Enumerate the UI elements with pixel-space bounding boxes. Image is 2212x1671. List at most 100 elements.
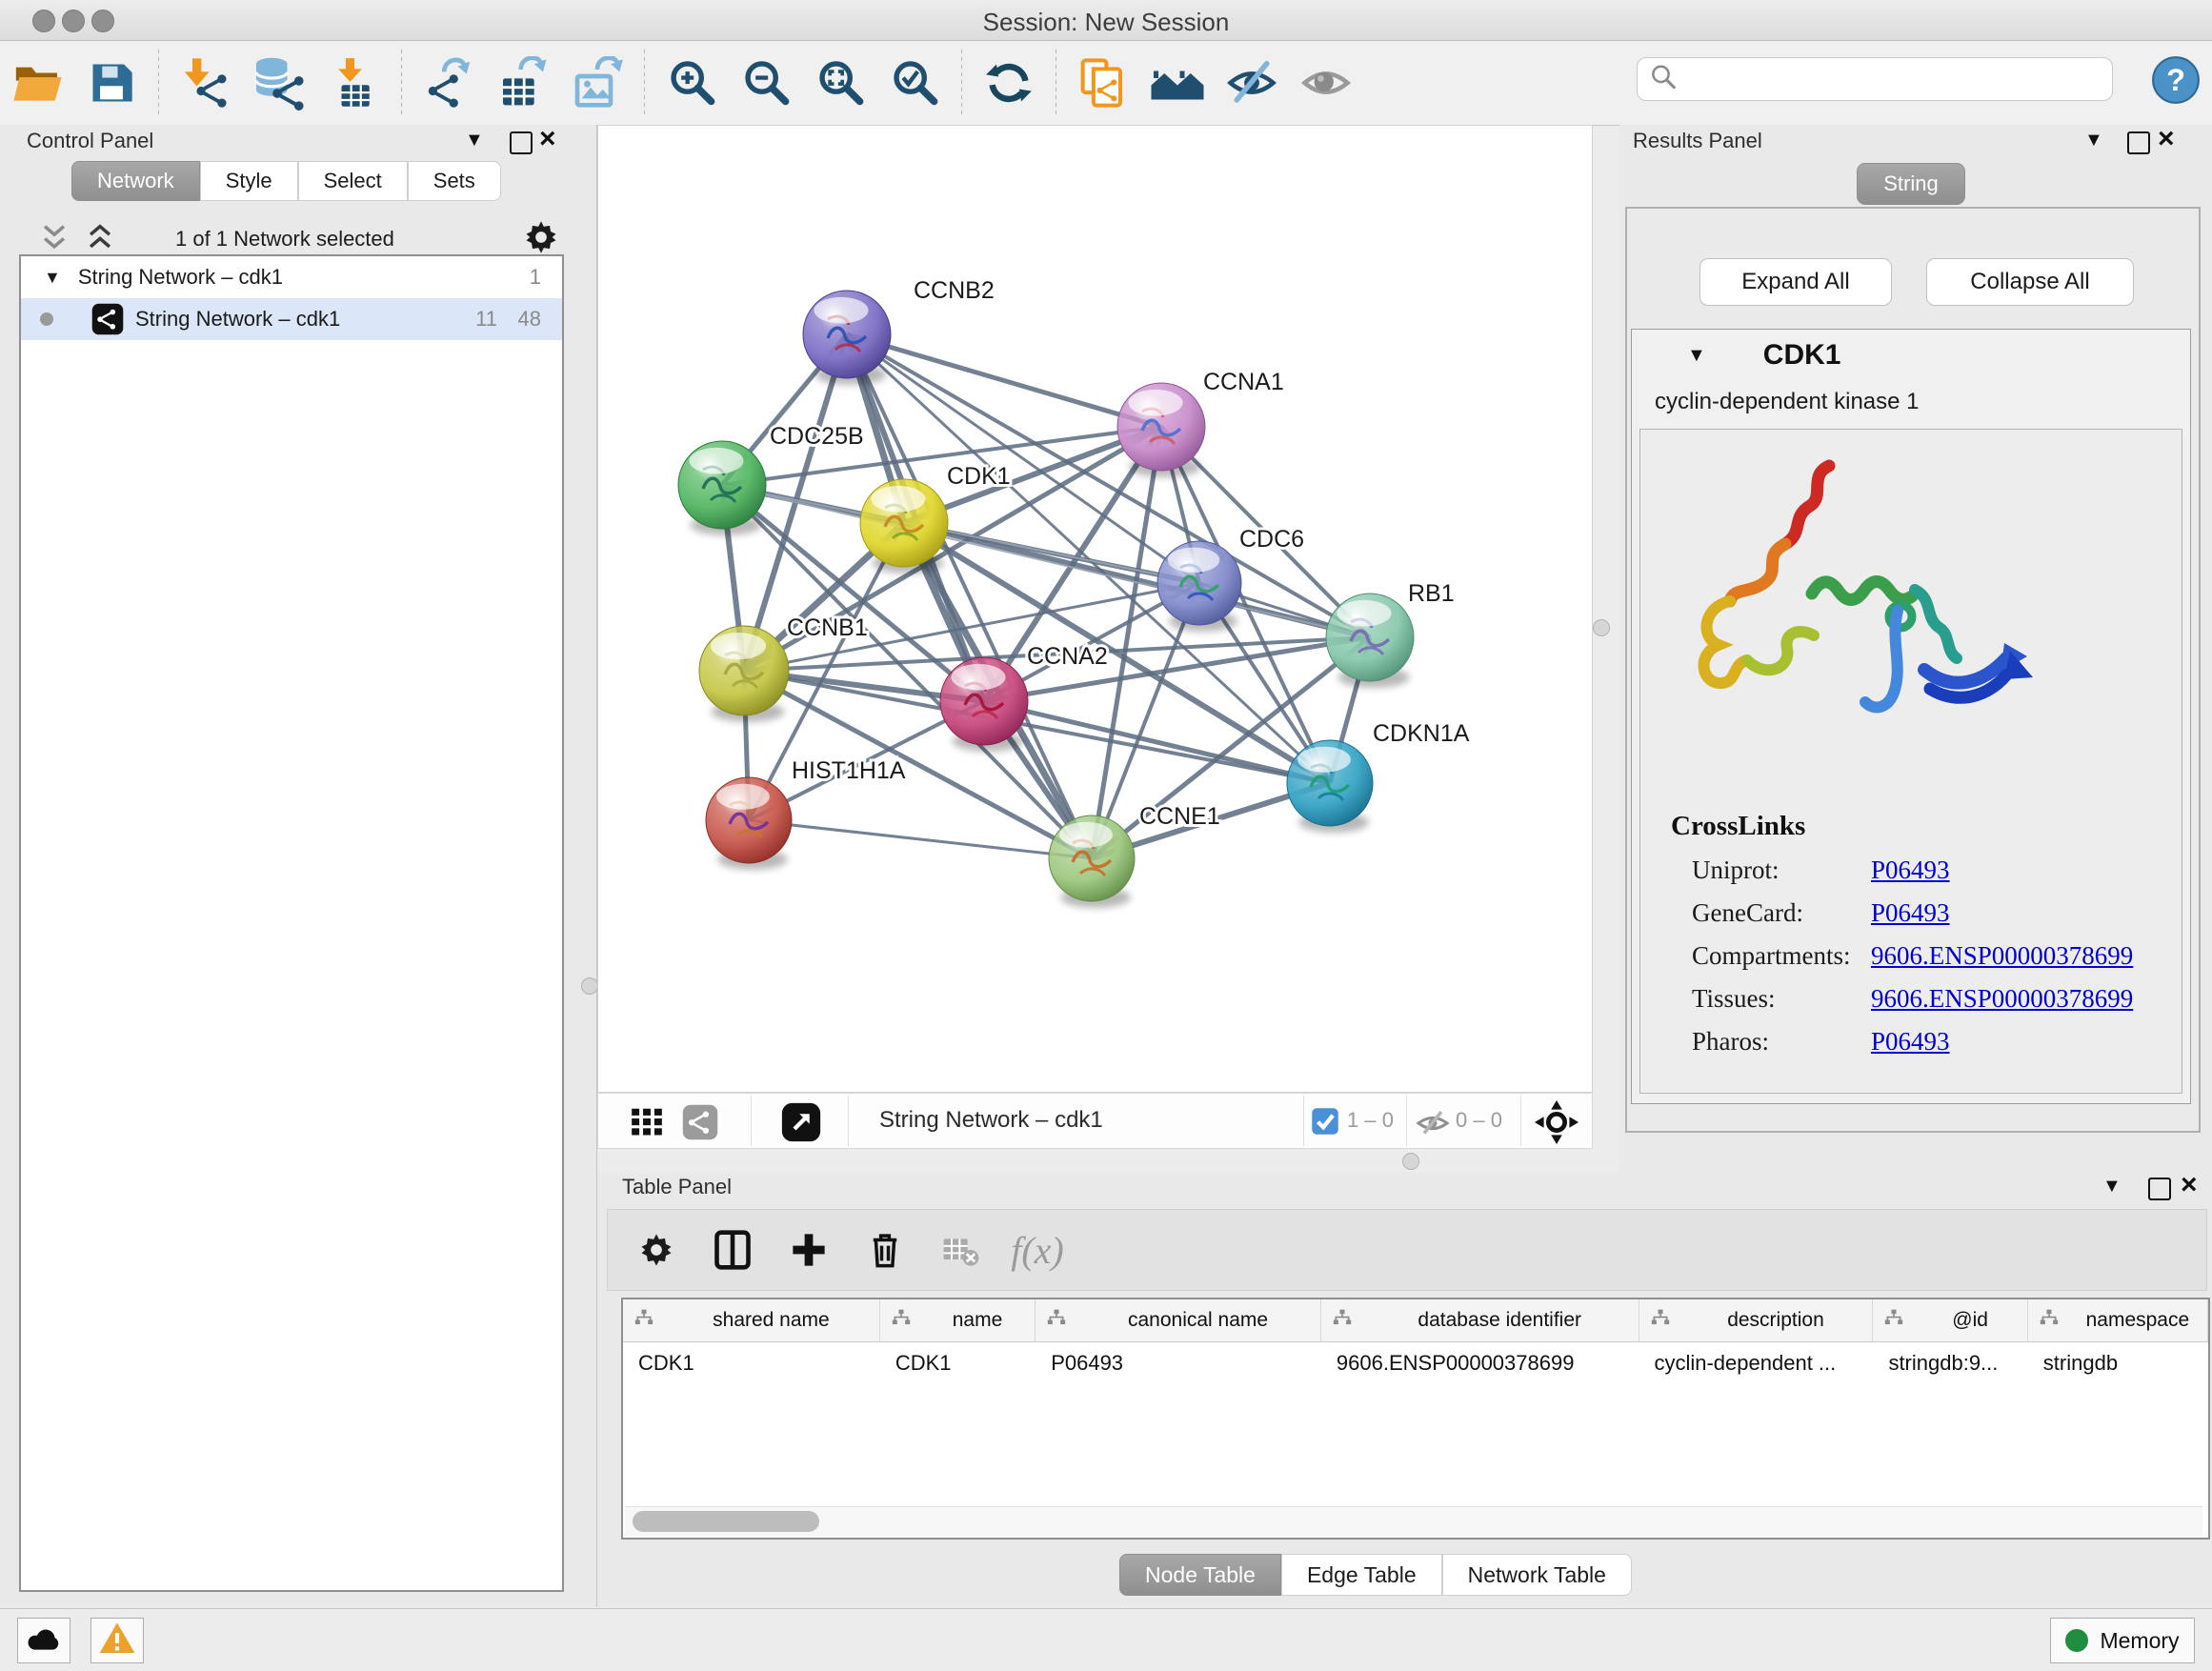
import-network-database-icon[interactable] bbox=[249, 51, 312, 114]
column-header-database-identifier[interactable]: database identifier bbox=[1321, 1299, 1639, 1341]
status-bar: Memory bbox=[0, 1608, 2212, 1671]
crosslink-link[interactable]: P06493 bbox=[1871, 856, 1950, 885]
import-table-icon[interactable] bbox=[323, 51, 386, 114]
grid-view-icon[interactable] bbox=[629, 1104, 665, 1145]
save-session-icon[interactable] bbox=[80, 51, 143, 114]
node-HIST1H1A[interactable] bbox=[706, 777, 792, 870]
splitter-handle[interactable] bbox=[1402, 1153, 1419, 1170]
crosslink-label: Compartments: bbox=[1692, 941, 1871, 971]
cloud-button[interactable] bbox=[17, 1618, 70, 1663]
memory-button[interactable]: Memory bbox=[2050, 1618, 2195, 1663]
node-RB1[interactable] bbox=[1326, 594, 1414, 688]
float-panel-icon[interactable] bbox=[2148, 1178, 2171, 1200]
zoom-selected-icon[interactable] bbox=[883, 51, 946, 114]
share-badge-icon bbox=[91, 303, 124, 335]
table-settings-icon[interactable] bbox=[629, 1222, 684, 1278]
export-network-icon[interactable] bbox=[417, 51, 480, 114]
table-row[interactable]: CDK1CDK1P064939606.ENSP00000378699cyclin… bbox=[623, 1342, 2208, 1384]
node-CCNA1[interactable] bbox=[1117, 383, 1205, 477]
tab-edge-table[interactable]: Edge Table bbox=[1281, 1554, 1442, 1596]
tab-sets[interactable]: Sets bbox=[408, 161, 501, 201]
node-CCNA2[interactable] bbox=[940, 657, 1028, 752]
network-tree-label: String Network – cdk1 bbox=[78, 265, 283, 290]
hidden-eye-icon[interactable] bbox=[1416, 1106, 1450, 1145]
float-panel-icon[interactable] bbox=[510, 131, 533, 154]
help-icon[interactable]: ? bbox=[2151, 55, 2201, 110]
column-header--id[interactable]: @id bbox=[1873, 1299, 2027, 1341]
export-image-icon[interactable] bbox=[566, 51, 629, 114]
node-CDK1[interactable] bbox=[860, 479, 948, 574]
birdseye-navigator-icon[interactable] bbox=[1535, 1100, 1579, 1149]
node-CCNE1[interactable] bbox=[1049, 815, 1135, 908]
selected-nodes-checkbox[interactable] bbox=[1311, 1107, 1339, 1140]
tab-style[interactable]: Style bbox=[200, 161, 298, 201]
show-columns-icon[interactable] bbox=[705, 1222, 760, 1278]
zoom-out-icon[interactable] bbox=[734, 51, 797, 114]
collapse-gene-icon[interactable]: ▼ bbox=[1687, 346, 1706, 365]
search-input[interactable] bbox=[1678, 66, 2081, 92]
search-box[interactable] bbox=[1637, 57, 2113, 101]
scrollbar-thumb[interactable] bbox=[633, 1511, 819, 1532]
eye-icon[interactable] bbox=[1295, 51, 1357, 114]
network-tree-row[interactable]: String Network – cdk11148 bbox=[21, 298, 562, 340]
refresh-icon[interactable] bbox=[977, 51, 1040, 114]
import-network-icon[interactable] bbox=[174, 51, 237, 114]
expand-all-button[interactable]: Expand All bbox=[1699, 258, 1892, 306]
tab-node-table[interactable]: Node Table bbox=[1119, 1554, 1281, 1596]
node-label-CDC6: CDC6 bbox=[1239, 526, 1304, 553]
splitter-handle[interactable] bbox=[1593, 619, 1610, 636]
close-panel-icon[interactable]: × bbox=[539, 129, 556, 150]
crosslink-link[interactable]: P06493 bbox=[1871, 1027, 1950, 1057]
float-panel-icon[interactable] bbox=[2127, 131, 2150, 154]
crosslink-link[interactable]: 9606.ENSP00000378699 bbox=[1871, 941, 2133, 971]
panel-menu-icon[interactable]: ▼ bbox=[2102, 1177, 2122, 1196]
tab-select[interactable]: Select bbox=[298, 161, 408, 201]
tab-string[interactable]: String bbox=[1857, 163, 1965, 205]
close-panel-icon[interactable]: × bbox=[2158, 129, 2175, 150]
open-session-icon[interactable] bbox=[6, 51, 69, 114]
collapse-all-button[interactable]: Collapse All bbox=[1926, 258, 2134, 306]
export-table-icon[interactable] bbox=[492, 51, 554, 114]
table-cell: stringdb:9... bbox=[1873, 1351, 2027, 1376]
horizontal-scrollbar[interactable] bbox=[625, 1506, 2202, 1536]
collapse-arrow-icon[interactable]: ▼ bbox=[44, 268, 61, 288]
node-CDKN1A[interactable] bbox=[1287, 740, 1373, 833]
zoom-fit-icon[interactable] bbox=[809, 51, 872, 114]
chevron-double-down-icon[interactable] bbox=[38, 221, 70, 258]
panel-menu-icon[interactable]: ▼ bbox=[2084, 131, 2103, 150]
zoom-in-icon[interactable] bbox=[660, 51, 723, 114]
node-CDC25B[interactable] bbox=[678, 441, 766, 535]
crosslink-link[interactable]: 9606.ENSP00000378699 bbox=[1871, 984, 2133, 1014]
column-header-name[interactable]: name bbox=[880, 1299, 1036, 1341]
table-header-row: shared namenamecanonical namedatabase id… bbox=[623, 1299, 2208, 1342]
toolbar-group bbox=[972, 41, 1046, 125]
warning-button[interactable] bbox=[90, 1618, 144, 1663]
splitter-handle[interactable] bbox=[581, 977, 598, 995]
node-CDC6[interactable] bbox=[1157, 541, 1241, 632]
column-header-canonical-name[interactable]: canonical name bbox=[1036, 1299, 1321, 1341]
column-header-description[interactable]: description bbox=[1639, 1299, 1874, 1341]
homes-icon[interactable] bbox=[1146, 51, 1209, 114]
crosslinks-title: CrossLinks bbox=[1671, 811, 2133, 842]
hide-eye-icon[interactable] bbox=[1220, 51, 1283, 114]
panel-menu-icon[interactable]: ▼ bbox=[465, 130, 484, 151]
table-toolbar: f(x) bbox=[607, 1209, 2207, 1291]
gene-name: CDK1 bbox=[1763, 339, 1841, 372]
delete-column-icon[interactable] bbox=[857, 1222, 913, 1278]
network-view-icon[interactable] bbox=[682, 1104, 718, 1145]
close-panel-icon[interactable]: × bbox=[2181, 1175, 2198, 1196]
detach-view-icon[interactable] bbox=[781, 1102, 821, 1147]
crosslink-link[interactable]: P06493 bbox=[1871, 898, 1950, 928]
tab-network-table[interactable]: Network Table bbox=[1442, 1554, 1632, 1596]
network-tree-row[interactable]: ▼String Network – cdk11 bbox=[21, 256, 562, 298]
network-view-canvas[interactable]: CCNB2CCNA1CDC25BCDK1CDC6RB1CCNB1CCNA2CDK… bbox=[597, 125, 1593, 1093]
duplicate-network-icon[interactable] bbox=[1072, 51, 1135, 114]
add-column-icon[interactable] bbox=[781, 1222, 836, 1278]
column-header-shared-name[interactable]: shared name bbox=[623, 1299, 880, 1341]
chevron-double-up-icon[interactable] bbox=[84, 221, 116, 258]
tab-network[interactable]: Network bbox=[71, 161, 200, 201]
crosslink-label: Tissues: bbox=[1692, 984, 1871, 1014]
node-CCNB1[interactable] bbox=[699, 626, 789, 722]
column-header-namespace[interactable]: namespace bbox=[2028, 1299, 2208, 1341]
table-cell: 9606.ENSP00000378699 bbox=[1321, 1351, 1639, 1376]
